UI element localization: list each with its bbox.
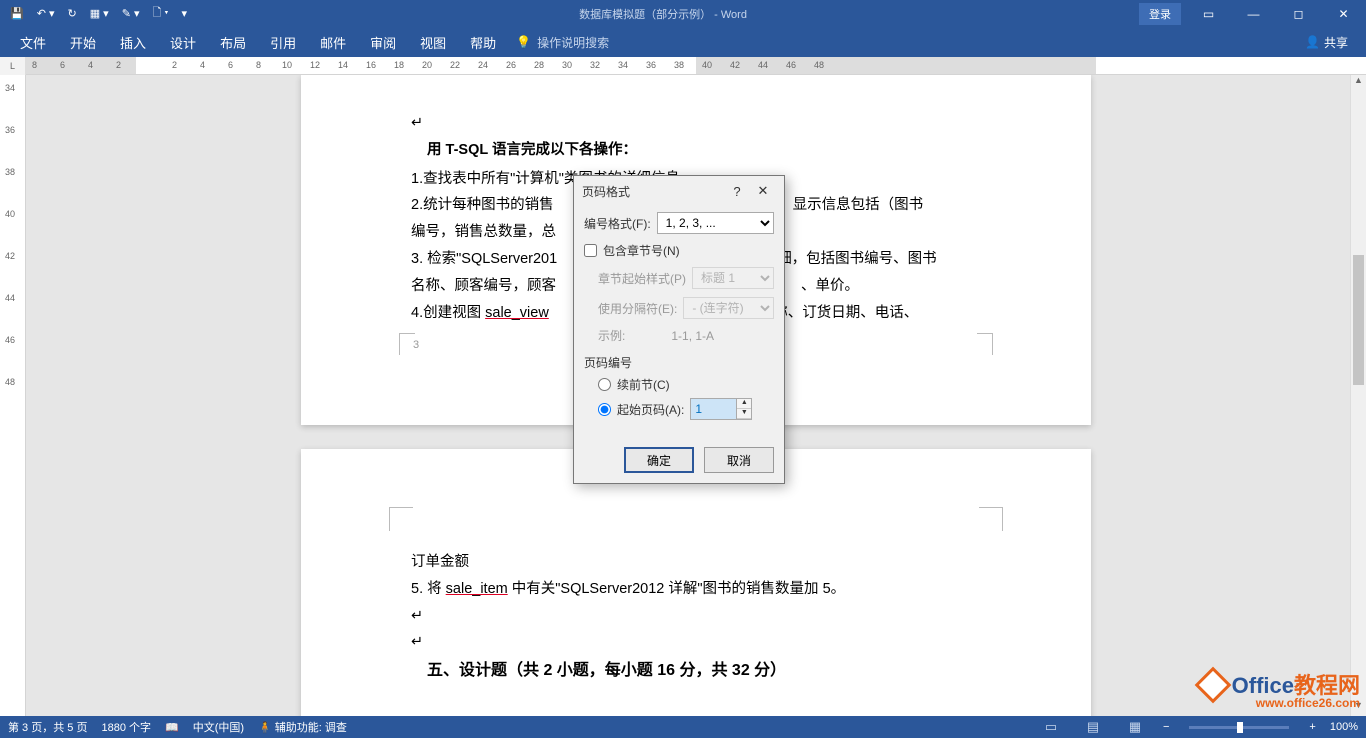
word-count[interactable]: 1880 个字 xyxy=(101,719,151,735)
tab-design[interactable]: 设计 xyxy=(158,27,208,57)
read-mode-icon[interactable]: ▭ xyxy=(1037,719,1065,735)
spin-up-icon: ▲ xyxy=(737,399,751,409)
zoom-level[interactable]: 100% xyxy=(1330,721,1358,733)
watermark-logo: Office教程网 www.office26.com xyxy=(1200,668,1360,710)
paragraph: ↵ xyxy=(411,603,981,630)
tab-home[interactable]: 开始 xyxy=(58,27,108,57)
start-at-radio[interactable] xyxy=(598,403,611,416)
redo-icon[interactable]: ↻ xyxy=(68,7,77,20)
zoom-in-icon[interactable]: + xyxy=(1309,721,1315,733)
minimize-icon[interactable]: — xyxy=(1231,7,1276,21)
zoom-slider[interactable] xyxy=(1189,726,1289,729)
print-layout-icon[interactable]: ▤ xyxy=(1079,719,1107,735)
ribbon-tabs: 文件 开始 插入 设计 布局 引用 邮件 审阅 视图 帮助 💡 操作说明搜索 👤… xyxy=(0,27,1366,57)
number-format-select[interactable]: 1, 2, 3, ... xyxy=(657,212,774,234)
share-button[interactable]: 👤 共享 xyxy=(1305,34,1358,51)
quick-access-toolbar: 💾 ↶ ▾ ↻ ▦ ▾ ✎ ▾ 🗋 ▾ ▾ xyxy=(0,4,187,23)
close-icon[interactable]: ✕ xyxy=(1321,7,1366,21)
start-at-label: 起始页码(A): xyxy=(617,401,684,418)
spellcheck-icon[interactable]: 📖 xyxy=(165,721,179,734)
language-indicator[interactable]: 中文(中国) xyxy=(193,719,244,735)
tab-review[interactable]: 审阅 xyxy=(358,27,408,57)
tab-references[interactable]: 引用 xyxy=(258,27,308,57)
margin-corner xyxy=(979,507,1003,531)
continue-radio[interactable] xyxy=(598,378,611,391)
vertical-ruler[interactable]: 34 36 38 40 42 44 46 48 xyxy=(0,75,26,716)
tab-file[interactable]: 文件 xyxy=(8,27,58,57)
heading: 用 T-SQL 语言完成以下各操作： xyxy=(411,137,981,164)
close-icon[interactable]: ✕ xyxy=(750,183,776,199)
web-layout-icon[interactable]: ▦ xyxy=(1121,719,1149,735)
scrollbar-thumb[interactable] xyxy=(1353,255,1364,385)
paragraph: ↵ xyxy=(411,110,981,137)
help-icon[interactable]: ? xyxy=(724,184,750,199)
example-label: 示例: xyxy=(598,327,625,344)
dialog-title-bar[interactable]: 页码格式 ? ✕ xyxy=(574,176,784,206)
watermark-url: www.office26.com xyxy=(1200,696,1360,710)
margin-corner xyxy=(389,507,413,531)
accessibility-indicator[interactable]: 🧍 辅助功能: 调查 xyxy=(258,719,347,735)
chapter-style-label: 章节起始样式(P) xyxy=(598,270,686,287)
spin-down-icon: ▼ xyxy=(737,409,751,419)
tell-me[interactable]: 💡 操作说明搜索 xyxy=(516,34,609,51)
undo-icon[interactable]: ↶ ▾ xyxy=(37,7,55,20)
heading: 五、设计题（共 2 小题，每小题 16 分，共 32 分） xyxy=(411,656,981,686)
spinner[interactable]: ▲▼ xyxy=(736,398,752,420)
zoom-out-icon[interactable]: − xyxy=(1163,721,1169,733)
number-format-label: 编号格式(F): xyxy=(584,215,651,232)
tab-help[interactable]: 帮助 xyxy=(458,27,508,57)
paragraph: ↵ xyxy=(411,629,981,656)
paragraph: 订单金额 xyxy=(411,549,981,576)
login-button[interactable]: 登录 xyxy=(1139,3,1181,25)
document-title: 数据库模拟题（部分示例） - Word xyxy=(187,6,1139,22)
newdoc-icon[interactable]: 🗋 ▾ xyxy=(153,4,169,23)
ok-button[interactable]: 确定 xyxy=(624,447,694,473)
continue-label: 续前节(C) xyxy=(617,376,670,393)
footer-mark-left xyxy=(399,333,415,355)
start-at-input[interactable] xyxy=(690,398,736,420)
tab-view[interactable]: 视图 xyxy=(408,27,458,57)
paragraph: 5. 将 sale_item 中有关"SQLServer2012 详解"图书的销… xyxy=(411,576,981,603)
save-icon[interactable]: 💾 xyxy=(10,7,24,20)
example-value: 1-1, 1-A xyxy=(671,329,714,343)
tab-mailings[interactable]: 邮件 xyxy=(308,27,358,57)
separator-label: 使用分隔符(E): xyxy=(598,300,677,317)
office-logo-icon xyxy=(1194,667,1231,704)
chapter-style-select: 标题 1 xyxy=(692,267,774,289)
page-numbering-section-label: 页码编号 xyxy=(584,354,774,371)
ruler-corner: L xyxy=(0,57,26,75)
page-number-format-dialog: 页码格式 ? ✕ 编号格式(F): 1, 2, 3, ... 包含章节号(N) … xyxy=(573,175,785,484)
ruler-bar: L 8 6 4 2 2 4 6 8 10 12 14 16 18 20 22 2… xyxy=(0,57,1366,75)
maximize-icon[interactable]: ◻ xyxy=(1276,7,1321,21)
separator-select: - (连字符) xyxy=(683,297,774,319)
horizontal-ruler[interactable]: 8 6 4 2 2 4 6 8 10 12 14 16 18 20 22 24 … xyxy=(26,57,1366,75)
tab-insert[interactable]: 插入 xyxy=(108,27,158,57)
page-indicator[interactable]: 第 3 页，共 5 页 xyxy=(8,719,87,735)
footer-mark-right xyxy=(977,333,993,355)
status-bar: 第 3 页，共 5 页 1880 个字 📖 中文(中国) 🧍 辅助功能: 调查 … xyxy=(0,716,1366,738)
include-chapter-label: 包含章节号(N) xyxy=(603,242,680,259)
title-bar: 💾 ↶ ▾ ↻ ▦ ▾ ✎ ▾ 🗋 ▾ ▾ 数据库模拟题（部分示例） - Wor… xyxy=(0,0,1366,27)
vertical-scrollbar[interactable]: ▲ ▼ xyxy=(1350,75,1366,716)
edit-icon[interactable]: ✎ ▾ xyxy=(122,7,140,20)
ribbon-options-icon[interactable]: ▭ xyxy=(1186,7,1231,21)
dialog-title: 页码格式 xyxy=(582,183,630,200)
table-icon[interactable]: ▦ ▾ xyxy=(90,7,109,20)
include-chapter-checkbox[interactable] xyxy=(584,244,597,257)
page: 订单金额 5. 将 sale_item 中有关"SQLServer2012 详解… xyxy=(301,449,1091,716)
tab-layout[interactable]: 布局 xyxy=(208,27,258,57)
cancel-button[interactable]: 取消 xyxy=(704,447,774,473)
scroll-up-icon[interactable]: ▲ xyxy=(1351,75,1366,91)
